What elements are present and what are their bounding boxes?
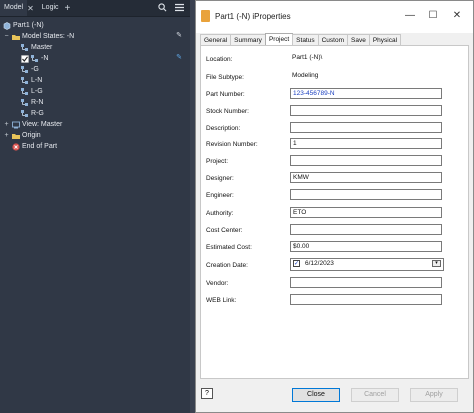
cost-center-label: Cost Center: [206, 227, 243, 234]
tab-logic[interactable]: Logic [38, 0, 63, 16]
model-state-icon [21, 98, 29, 107]
model-state-icon [21, 76, 29, 85]
tree-item-state-master[interactable]: Master [21, 42, 52, 53]
model-state-icon [21, 109, 29, 118]
estimated-cost-field[interactable]: $0.00 [290, 241, 442, 252]
iproperties-dialog: Part1 (-N) iProperties — ☐ ✕ General Sum… [195, 0, 474, 413]
close-button[interactable]: Close [292, 388, 340, 402]
close-icon[interactable]: ✕ [447, 7, 467, 25]
description-field[interactable] [290, 122, 442, 133]
project-label: Project: [206, 158, 229, 165]
expand-icon[interactable]: + [3, 130, 10, 141]
cost-center-field[interactable] [290, 224, 442, 235]
vendor-label: Vendor: [206, 280, 229, 287]
tree-item-state-rn[interactable]: R-N [21, 97, 43, 108]
browser-tab-strip: Model ✕ Logic + [0, 0, 190, 17]
location-value: Part1 (-N)\ [292, 54, 323, 61]
tree-item-origin[interactable]: + Origin [3, 130, 41, 141]
collapse-icon[interactable]: − [3, 31, 10, 42]
folder-icon [12, 33, 20, 41]
designer-label: Designer: [206, 175, 234, 182]
creation-date-picker[interactable]: ✓ 6/12/2023 ▾ [290, 258, 444, 271]
tree-item-label: L-G [31, 88, 43, 95]
estimated-cost-label: Estimated Cost: [206, 244, 252, 251]
calendar-icon[interactable]: ▾ [432, 260, 441, 267]
tree-item-label: R-N [31, 99, 44, 106]
edit-pencil-icon[interactable]: ✎ [176, 31, 182, 39]
tree-item-label: End of Part [22, 143, 58, 150]
end-of-part-icon [12, 142, 20, 151]
web-link-label: WEB Link: [206, 297, 237, 304]
edit-pencil-icon[interactable]: ✎ [176, 53, 182, 61]
add-tab-icon[interactable]: + [65, 3, 71, 14]
tree-item-label: Part1 (-N) [13, 22, 44, 29]
authority-field[interactable]: ETO [290, 207, 442, 218]
checkmark-icon [21, 54, 29, 63]
dialog-tab-strip: General Summary Project Status Custom Sa… [200, 33, 402, 46]
close-icon[interactable]: ✕ [27, 4, 34, 13]
engineer-field[interactable] [290, 189, 442, 200]
part-icon [3, 21, 11, 30]
tree-item-label: L-N [31, 77, 43, 84]
model-state-icon [21, 43, 29, 52]
dialog-titlebar[interactable]: Part1 (-N) iProperties — ☐ ✕ [196, 1, 473, 33]
project-tab-panel: Location: Part1 (-N)\ File Subtype: Mode… [200, 45, 469, 379]
tree-item-view[interactable]: + View: Master [3, 119, 62, 130]
stock-number-field[interactable] [290, 105, 442, 116]
revision-number-field[interactable]: 1 [290, 138, 442, 149]
dialog-button-bar: ? Close Cancel Apply [196, 381, 473, 412]
description-label: Description: [206, 125, 241, 132]
engineer-label: Engineer: [206, 192, 234, 199]
designer-field[interactable]: KMW [290, 172, 442, 183]
stock-number-label: Stock Number: [206, 108, 249, 115]
tree-item-label: Master [31, 44, 53, 51]
tree-item-state-ln[interactable]: L-N [21, 75, 42, 86]
apply-button[interactable]: Apply [410, 388, 458, 402]
tree-item-label: Model States: -N [22, 33, 75, 40]
view-icon [12, 121, 20, 129]
model-state-icon [21, 87, 29, 96]
iproperties-icon [201, 10, 210, 22]
cancel-button[interactable]: Cancel [351, 388, 399, 402]
expand-icon[interactable]: + [3, 119, 10, 130]
tree-item-state-lg[interactable]: L-G [21, 86, 43, 97]
tree-item-state-g[interactable]: -G [21, 64, 39, 75]
tree-item-model-states[interactable]: − Model States: -N [3, 31, 183, 42]
help-icon[interactable]: ? [201, 388, 213, 399]
folder-icon [12, 132, 20, 140]
tree-item-label: R-G [31, 110, 44, 117]
tab-model[interactable]: Model [0, 0, 28, 16]
maximize-icon[interactable]: ☐ [423, 7, 443, 25]
menu-icon[interactable] [175, 3, 184, 14]
file-subtype-value: Modeling [292, 72, 319, 79]
part-number-field[interactable]: 123-456789-N [290, 88, 442, 99]
search-icon[interactable] [158, 2, 167, 14]
tree-item-state-n[interactable]: -N [21, 53, 183, 64]
creation-date-value: 6/12/2023 [305, 260, 334, 267]
location-label: Location: [206, 56, 233, 63]
model-browser: Model ✕ Logic + Part1 (-N) − Model State… [0, 0, 190, 413]
creation-date-label: Creation Date: [206, 262, 248, 269]
tree-item-label: -G [31, 66, 39, 73]
tree-item-end-of-part[interactable]: End of Part [3, 141, 57, 152]
vendor-field[interactable] [290, 277, 442, 288]
file-subtype-label: File Subtype: [206, 74, 244, 81]
revision-number-label: Revision Number: [206, 141, 258, 148]
tree-item-state-rg[interactable]: R-G [21, 108, 44, 119]
tree-item-label: View: Master [22, 121, 63, 128]
project-field[interactable] [290, 155, 442, 166]
tree-item-label: -N [41, 55, 49, 62]
part-number-label: Part Number: [206, 91, 245, 98]
authority-label: Authority: [206, 210, 234, 217]
minimize-icon[interactable]: — [400, 7, 420, 25]
tree-item-part[interactable]: Part1 (-N) [3, 20, 44, 31]
web-link-field[interactable] [290, 294, 442, 305]
model-state-icon [31, 54, 39, 63]
tree-item-label: Origin [22, 132, 41, 139]
dialog-title: Part1 (-N) iProperties [215, 12, 291, 21]
date-checkbox[interactable]: ✓ [293, 260, 300, 267]
model-state-icon [21, 65, 29, 74]
